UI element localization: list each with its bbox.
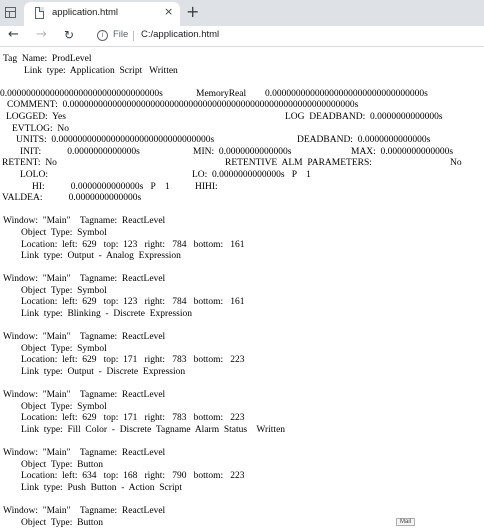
window-block: Window: "Main" Tagname: ReactLevel Objec…: [3, 390, 481, 436]
tab-title: application.html: [52, 7, 119, 18]
min-value: MIN: 0.0000000000000s: [193, 146, 292, 157]
location: Location: left: 629 top: 171 right: 783 …: [21, 355, 245, 366]
memory-value-a: 0.00000000000000000000000000000000s: [0, 88, 163, 99]
location: Location: left: 629 top: 123 right: 784 …: [21, 297, 245, 308]
browser-tab[interactable]: application.html ×: [24, 2, 180, 26]
window-block: Window: "Main" Tagname: ReactLevel Objec…: [3, 332, 481, 378]
link-type: Link type: Output - Analog Expression: [21, 251, 181, 262]
object-type: Object Type: Button: [21, 517, 104, 528]
new-tab-button[interactable]: +: [186, 2, 199, 22]
file-scheme-label: File: [113, 29, 129, 40]
location: Location: left: 629 top: 123 right: 784 …: [21, 239, 245, 250]
window-header: Window: "Main" Tagname: ReactLevel: [3, 216, 166, 227]
tag-link-row: Link type: Application Script Written: [3, 66, 481, 78]
evtlog-value: EVTLOG: No: [12, 123, 69, 134]
init-value: INIT: 0.0000000000000s: [20, 146, 140, 157]
object-type: Object Type: Symbol: [21, 285, 107, 296]
tag-name-line: Tag Name: ProdLevel: [3, 54, 92, 64]
valdea-value: VALDEA: 0.0000000000000s: [2, 193, 142, 204]
window-header: Window: "Main" Tagname: ReactLevel: [3, 274, 166, 285]
close-tab-icon[interactable]: ×: [164, 5, 173, 18]
window-header: Window: "Main" Tagname: ReactLevel: [3, 506, 166, 517]
window-header: Window: "Main" Tagname: ReactLevel: [3, 390, 166, 401]
info-icon[interactable]: i: [97, 30, 108, 41]
retentive-alarm-value: No: [450, 158, 462, 169]
evtlog-row: EVTLOG: No: [3, 124, 481, 136]
deadband-value: DEADBAND: 0.0000000000000s: [297, 135, 431, 146]
link-type: Link type: Blinking - Discrete Expressio…: [21, 309, 192, 320]
location: Location: left: 634 top: 168 right: 790 …: [21, 471, 245, 482]
link-type: Link type: Push Button - Action Script: [21, 482, 182, 493]
retent-row: RETENT: No RETENTIVE ALM PARAMETERS: No: [2, 158, 481, 170]
object-type: Object Type: Button: [21, 459, 104, 470]
file-icon: [35, 7, 44, 19]
object-type: Object Type: Symbol: [21, 401, 107, 412]
link-type: Link type: Output - Discrete Expression: [21, 367, 186, 378]
memory-type: MemoryReal: [196, 88, 247, 99]
units-row: UNITS: 0.0000000000000000000000000000000…: [3, 135, 481, 147]
comment-row: COMMENT: 0.00000000000000000000000000000…: [3, 100, 481, 112]
forward-arrow-icon[interactable]: →: [36, 27, 47, 43]
object-type: Object Type: Symbol: [21, 343, 107, 354]
init-row: INIT: 0.0000000000000s MIN: 0.0000000000…: [3, 147, 481, 159]
max-value: MAX: 0.0000000000000s: [351, 146, 454, 157]
logged-row: LOGGED: Yes LOG DEADBAND: 0.000000000000…: [3, 112, 481, 124]
back-arrow-icon[interactable]: ←: [8, 27, 19, 43]
browser-toolbar: ← → ↻ i File C:/application.html: [0, 26, 484, 47]
hi-row: HI: 0.0000000000000s P 1 HIHI:: [3, 182, 481, 194]
comment-line: COMMENT: 0.00000000000000000000000000000…: [7, 100, 359, 111]
address-input[interactable]: C:/application.html: [141, 29, 219, 40]
location: Location: left: 629 top: 171 right: 783 …: [21, 413, 245, 424]
logged-value: LOGGED: Yes: [6, 111, 66, 122]
lolo-row: LOLO: LO: 0.0000000000000s P 1: [3, 170, 481, 182]
address-divider: [133, 31, 134, 41]
hihi-label: HIHI:: [195, 181, 218, 192]
units-value: UNITS: 0.0000000000000000000000000000000…: [16, 135, 215, 146]
memory-row: 0.00000000000000000000000000000000s Memo…: [0, 88, 481, 101]
window-block: Window: "Main" Tagname: ReactLevel Objec…: [3, 448, 481, 494]
window-block: Window: "Main" Tagname: ReactLevel Objec…: [3, 274, 481, 320]
object-type: Object Type: Symbol: [21, 227, 107, 238]
memory-value-b: 0.00000000000000000000000000000000s: [265, 88, 428, 99]
window-header: Window: "Main" Tagname: ReactLevel: [3, 448, 166, 459]
tab-strip: application.html × +: [0, 0, 484, 26]
tag-link-line: Link type: Application Script Written: [24, 65, 178, 76]
retentive-alarm-label: RETENTIVE ALM PARAMETERS:: [225, 158, 372, 169]
window-header: Window: "Main" Tagname: ReactLevel: [3, 332, 166, 343]
valdea-row: VALDEA: 0.0000000000000s: [2, 193, 481, 205]
page-content: Tag Name: ProdLevel Link type: Applicati…: [0, 54, 481, 529]
window-menu-icon[interactable]: [5, 7, 16, 18]
hi-value: HI: 0.0000000000000s P 1: [32, 181, 170, 192]
lolo-label: LOLO:: [20, 169, 48, 180]
retent-value: RETENT: No: [2, 158, 57, 169]
link-type: Link type: Fill Color - Discrete Tagname…: [21, 425, 286, 435]
window-block: Window: "Main" Tagname: ReactLevel Objec…: [3, 216, 481, 262]
reload-icon[interactable]: ↻: [64, 27, 74, 43]
log-deadband-value: LOG DEADBAND: 0.0000000000000s: [285, 111, 443, 122]
lo-value: LO: 0.0000000000000s P 1: [192, 169, 311, 180]
